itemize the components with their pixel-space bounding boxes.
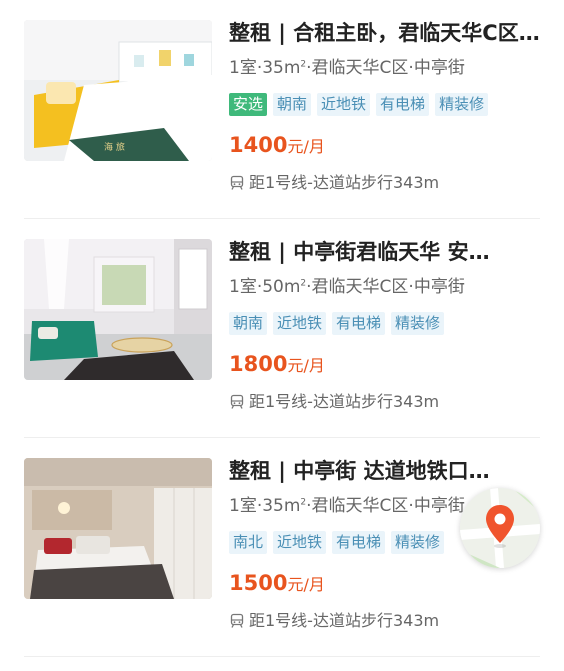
- price-value: 1400: [229, 133, 288, 157]
- tag: 近地铁: [273, 531, 327, 554]
- map-pin-icon: [460, 488, 540, 568]
- listing-card[interactable]: 海 旅 整租 | 合租主卧，君临天华C区… 1室·35m2·君临天华C区·中亭街…: [0, 0, 564, 219]
- listing-meta: 1室·50m2·君临天华C区·中亭街: [229, 275, 544, 299]
- listing-layout: 1室·35m: [229, 58, 301, 78]
- tag-featured: 安选: [229, 93, 268, 116]
- price-value: 1800: [229, 352, 288, 376]
- svg-text:海 旅: 海 旅: [104, 141, 125, 153]
- listing-meta: 1室·35m2·君临天华C区·中亭街: [229, 56, 544, 80]
- listing-layout: 1室·35m: [229, 496, 301, 516]
- listing-location: ·君临天华C区·中亭街: [306, 496, 465, 516]
- train-icon: [229, 394, 245, 410]
- listing-title[interactable]: 整租 | 中亭街 达道地铁口…: [229, 456, 544, 486]
- tag: 有电梯: [376, 93, 430, 116]
- subway-distance: 距1号线-达道站步行343m: [249, 611, 440, 630]
- listing-title[interactable]: 整租 | 合租主卧，君临天华C区…: [229, 18, 544, 48]
- listing-photo[interactable]: [24, 239, 212, 380]
- tag: 有电梯: [332, 531, 386, 554]
- tag: 朝南: [229, 312, 268, 335]
- listing-price: 1800元/月: [229, 349, 325, 381]
- subway-distance: 距1号线-达道站步行343m: [249, 392, 440, 411]
- subway-info: 距1号线-达道站步行343m: [229, 610, 439, 632]
- tag-list: 南北 近地铁 有电梯 精装修: [229, 531, 445, 556]
- listing-location: ·君临天华C区·中亭街: [306, 277, 465, 297]
- divider: [24, 656, 540, 657]
- listing-card[interactable]: 整租 | 中亭街君临天华 安… 1室·50m2·君临天华C区·中亭街 朝南 近地…: [0, 219, 564, 438]
- listing-title[interactable]: 整租 | 中亭街君临天华 安…: [229, 237, 544, 267]
- tag: 南北: [229, 531, 268, 554]
- tag: 精装修: [435, 93, 489, 116]
- tag: 近地铁: [273, 312, 327, 335]
- subway-distance: 距1号线-达道站步行343m: [249, 173, 440, 192]
- price-unit: 元/月: [287, 137, 325, 156]
- tag: 精装修: [391, 531, 445, 554]
- listing-price: 1500元/月: [229, 568, 325, 600]
- listing-price: 1400元/月: [229, 130, 325, 162]
- tag: 朝南: [273, 93, 312, 116]
- train-icon: [229, 613, 245, 629]
- listing-photo[interactable]: [24, 458, 212, 599]
- subway-info: 距1号线-达道站步行343m: [229, 172, 439, 194]
- train-icon: [229, 175, 245, 191]
- tag-list: 朝南 近地铁 有电梯 精装修: [229, 312, 445, 337]
- tag: 近地铁: [317, 93, 371, 116]
- listing-photo[interactable]: 海 旅: [24, 20, 212, 161]
- price-unit: 元/月: [287, 575, 325, 594]
- price-value: 1500: [229, 571, 288, 595]
- tag: 精装修: [391, 312, 445, 335]
- tag-list: 安选 朝南 近地铁 有电梯 精装修: [229, 93, 489, 118]
- listing-layout: 1室·50m: [229, 277, 301, 297]
- subway-info: 距1号线-达道站步行343m: [229, 391, 439, 413]
- map-button[interactable]: [460, 488, 540, 568]
- listing-location: ·君临天华C区·中亭街: [306, 58, 465, 78]
- tag: 有电梯: [332, 312, 386, 335]
- price-unit: 元/月: [287, 356, 325, 375]
